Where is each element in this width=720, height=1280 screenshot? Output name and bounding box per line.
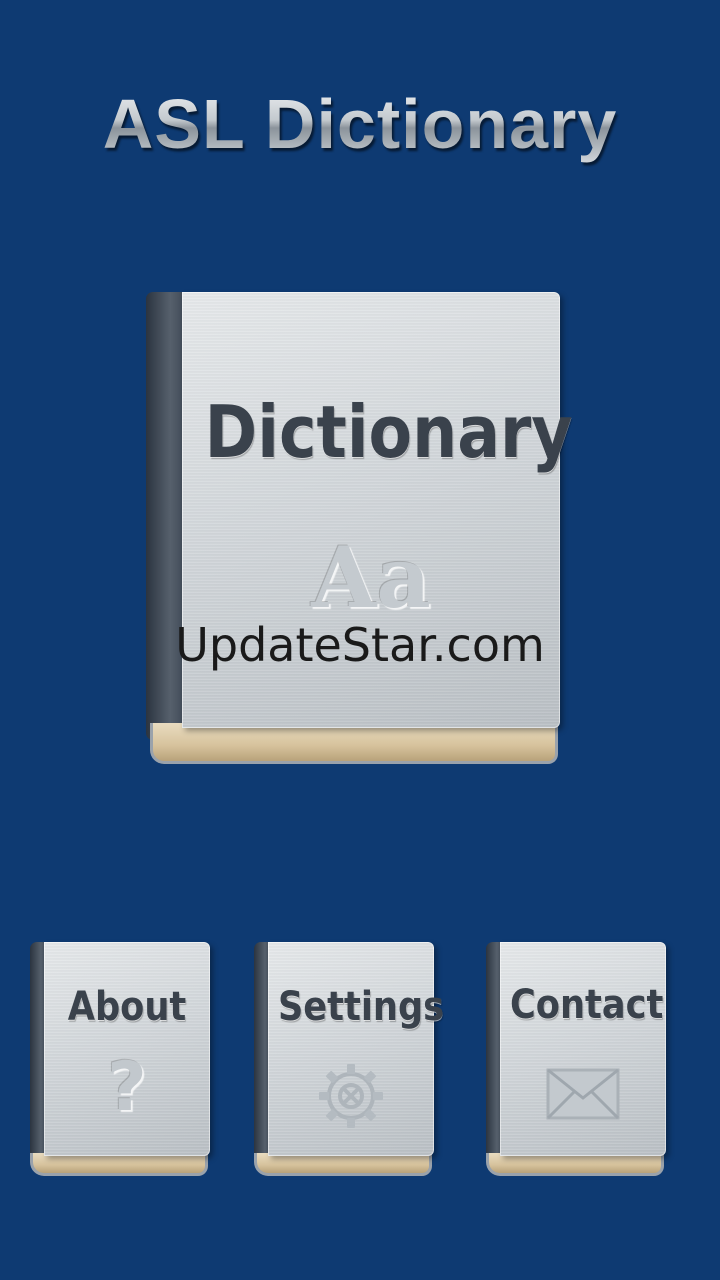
contact-label: Contact [509,982,664,1028]
gear-icon [319,1064,383,1128]
watermark-text: UpdateStar.com [175,618,545,672]
about-label: About [67,984,187,1030]
book-pages [150,723,558,764]
about-button[interactable]: About ? [30,942,210,1176]
settings-label: Settings [277,984,445,1030]
question-mark-icon: ? [107,1048,147,1127]
letters-aa-icon: Aa [311,528,431,627]
dictionary-label: Dictionary [204,390,573,474]
book-pages [30,1153,208,1176]
book-cover: About ? [44,942,210,1156]
book-pages [486,1153,664,1176]
dictionary-book-button[interactable]: Dictionary Aa [146,292,573,764]
app-title: ASL Dictionary [0,84,720,164]
book-cover: Settings [268,942,445,1156]
envelope-icon [546,1068,620,1120]
contact-button[interactable]: Contact [486,942,666,1176]
book-cover: Contact [500,942,666,1156]
book-pages [254,1153,432,1176]
settings-button[interactable]: Settings [254,942,445,1176]
